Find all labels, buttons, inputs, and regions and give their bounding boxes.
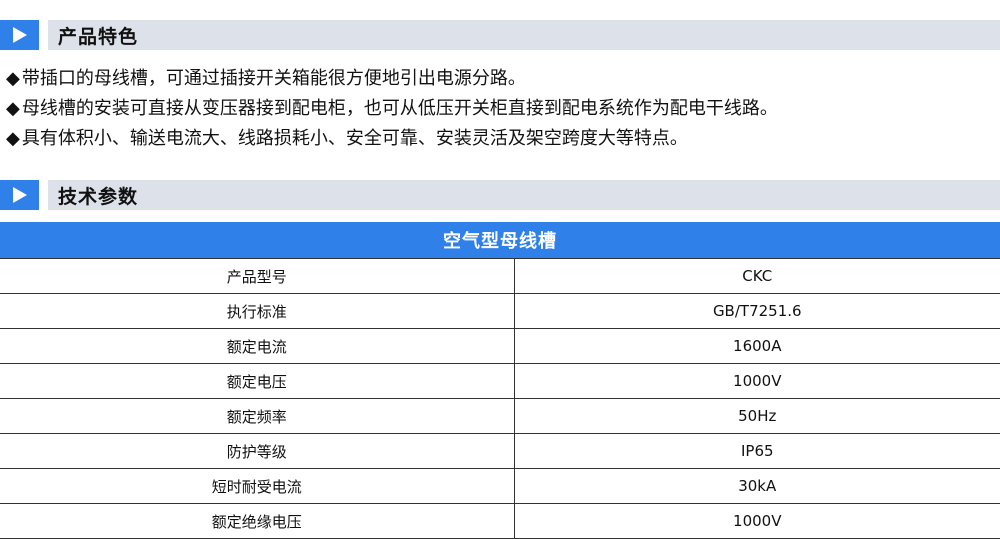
spec-label: 执行标准	[0, 293, 515, 329]
table-row: 短时耐受电流 30kA	[0, 468, 1000, 504]
spec-value: CKC	[514, 258, 1000, 294]
spec-label: 额定电压	[0, 363, 515, 399]
spec-table: 空气型母线槽 产品型号 CKC 执行标准 GB/T7251.6 额定电流 160…	[0, 222, 1000, 539]
table-row: 防护等级 IP65	[0, 433, 1000, 469]
feature-item: ◆ 具有体积小、输送电流大、线路损耗小、安全可靠、安装灵活及架空跨度大等特点。	[6, 124, 996, 154]
feature-text: 母线槽的安装可直接从变压器接到配电柜，也可从低压开关柜直接到配电系统作为配电干线…	[21, 98, 778, 119]
triangle-right-icon	[12, 27, 27, 43]
table-header: 空气型母线槽	[0, 222, 1000, 259]
section-title-features: 产品特色	[58, 25, 139, 48]
spec-value: 30kA	[514, 468, 1000, 504]
spec-label: 额定绝缘电压	[0, 503, 515, 539]
feature-list: ◆ 带插口的母线槽，可通过插接开关箱能很方便地引出电源分路。 ◆ 母线槽的安装可直接…	[6, 64, 996, 154]
spec-value: 1600A	[514, 328, 1000, 364]
spec-value: 50Hz	[514, 398, 1000, 434]
table-row: 产品型号 CKC	[0, 258, 1000, 294]
triangle-right-icon	[12, 187, 27, 203]
feature-item: ◆ 母线槽的安装可直接从变压器接到配电柜，也可从低压开关柜直接到配电系统作为配电干…	[6, 94, 996, 124]
table-row: 额定绝缘电压 1000V	[0, 503, 1000, 539]
table-row: 额定电压 1000V	[0, 363, 1000, 399]
section-marker	[0, 20, 39, 50]
spec-value: 1000V	[514, 363, 1000, 399]
spec-label: 额定电流	[0, 328, 515, 364]
section-header-features: 产品特色	[0, 20, 1000, 50]
feature-text: 带插口的母线槽，可通过插接开关箱能很方便地引出电源分路。	[21, 68, 526, 89]
table-row: 额定频率 50Hz	[0, 398, 1000, 434]
section-marker	[0, 180, 39, 210]
spec-label: 额定频率	[0, 398, 515, 434]
table-row: 执行标准 GB/T7251.6	[0, 293, 1000, 329]
spec-value: IP65	[514, 433, 1000, 469]
diamond-icon: ◆	[6, 128, 20, 149]
spec-label: 防护等级	[0, 433, 515, 469]
spec-value: GB/T7251.6	[514, 293, 1000, 329]
diamond-icon: ◆	[6, 68, 20, 89]
spec-value: 1000V	[514, 503, 1000, 539]
feature-item: ◆ 带插口的母线槽，可通过插接开关箱能很方便地引出电源分路。	[6, 64, 996, 94]
section-title-specs: 技术参数	[58, 185, 139, 208]
spec-label: 短时耐受电流	[0, 468, 515, 504]
section-header-specs: 技术参数	[0, 180, 1000, 210]
table-row: 额定电流 1600A	[0, 328, 1000, 364]
feature-text: 具有体积小、输送电流大、线路损耗小、安全可靠、安装灵活及架空跨度大等特点。	[21, 128, 688, 149]
spec-label: 产品型号	[0, 258, 515, 294]
diamond-icon: ◆	[6, 98, 20, 119]
